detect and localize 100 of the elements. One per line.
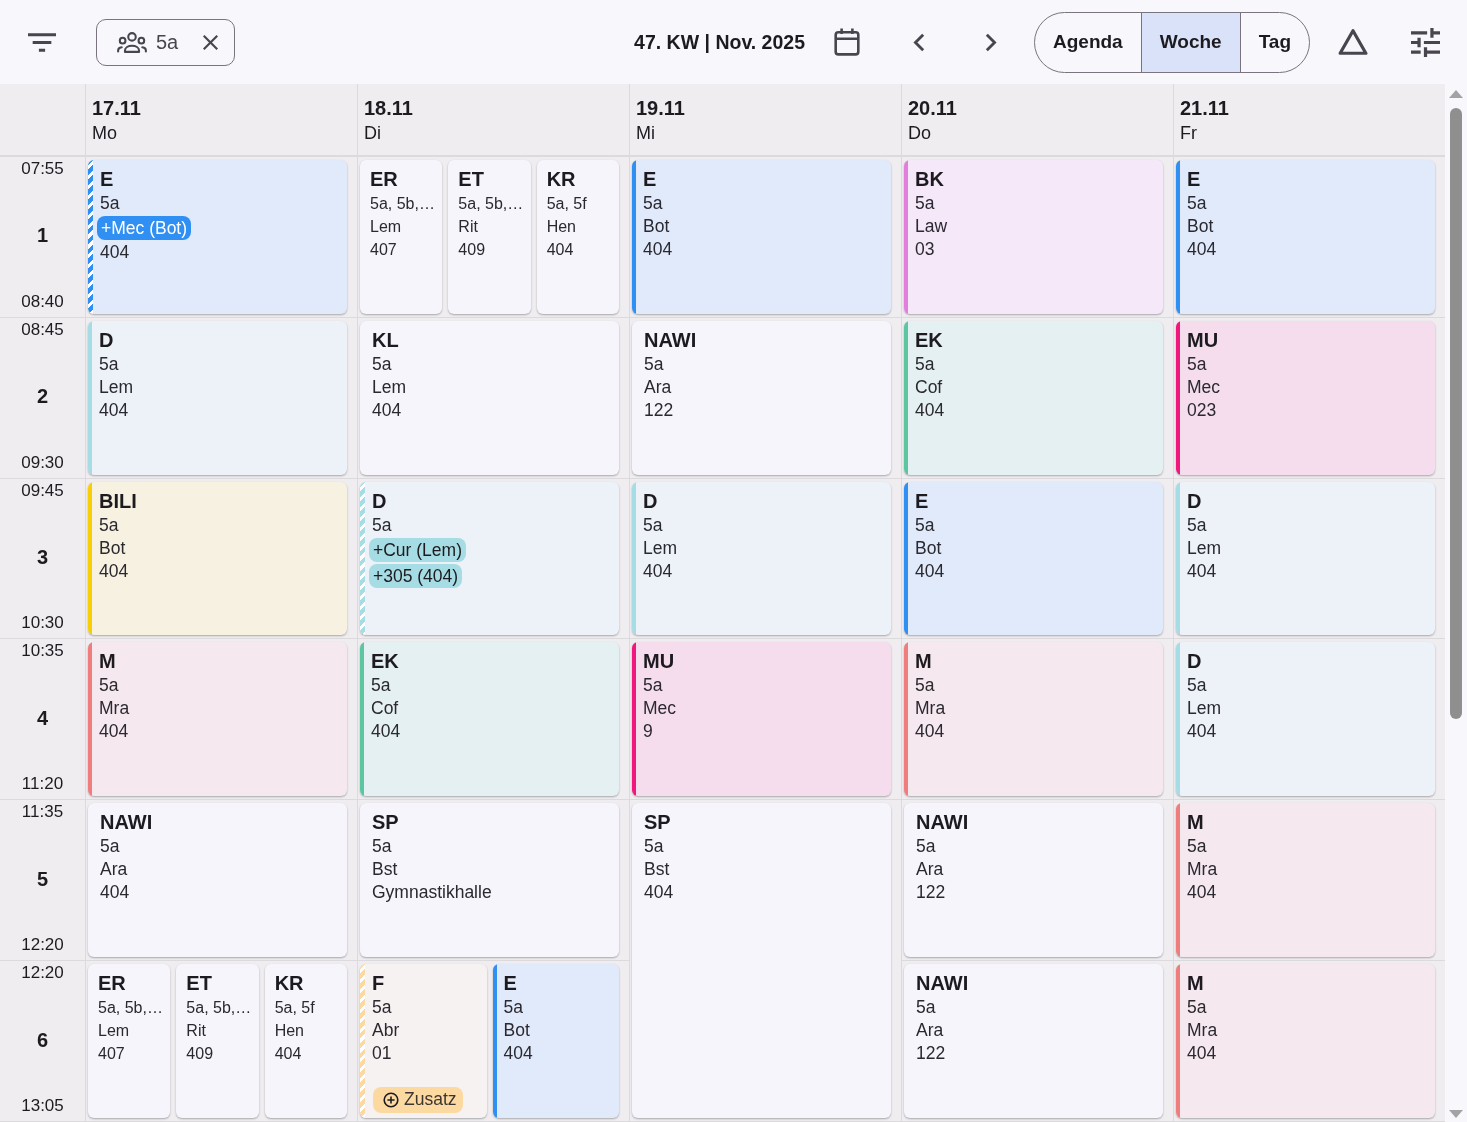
lesson-detail: 5a xyxy=(644,835,664,859)
lesson-subject: E xyxy=(503,971,517,997)
lesson-detail: Mra xyxy=(1187,1019,1218,1043)
lesson-card[interactable]: D 5a Lem 404 xyxy=(1176,642,1435,797)
lesson-subject: E xyxy=(100,167,114,192)
day-weekday: Mi xyxy=(636,122,655,145)
lesson-card[interactable]: NAWI 5a Ara 122 xyxy=(632,320,891,475)
lesson-card[interactable]: EK 5a Cof 404 xyxy=(360,642,619,797)
lesson-card[interactable]: KR 5a, 5f Hen 404 xyxy=(264,964,347,1118)
lesson-subject: M xyxy=(1187,810,1204,836)
lesson-card[interactable]: E 5a Bot 404 xyxy=(1176,160,1435,314)
lesson-detail: 5a xyxy=(1187,192,1207,215)
view-tab[interactable]: Tag xyxy=(1239,12,1309,72)
lesson-card[interactable]: NAWI 5a Ara 404 xyxy=(88,803,347,958)
lesson-detail: 5a xyxy=(372,996,392,1020)
lesson-card[interactable]: ET 5a, 5b,… Rit 409 xyxy=(448,160,531,314)
lesson-detail: Ara xyxy=(644,375,672,399)
day-weekday: Di xyxy=(364,122,381,145)
lesson-detail: Bst xyxy=(372,858,398,882)
lesson-card[interactable]: KL 5a Lem 404 xyxy=(360,320,619,475)
lesson-card[interactable]: ER 5a, 5b,… Lem 407 xyxy=(360,160,443,314)
lesson-detail: 03 xyxy=(915,238,935,261)
lesson-detail: 5a, 5f xyxy=(546,194,587,214)
close-icon xyxy=(202,34,218,50)
lesson-subject: D xyxy=(372,488,387,514)
period-end-time: 12:20 xyxy=(21,934,64,957)
lesson-card[interactable]: BK 5a Law 03 xyxy=(904,160,1163,314)
lesson-detail: 5a, 5b,… xyxy=(458,194,524,214)
lesson-card[interactable]: E 5a Bot 404 xyxy=(492,964,619,1118)
lesson-detail: Bot xyxy=(503,1019,530,1043)
lesson-card[interactable]: NAWI 5a Ara 122 xyxy=(904,803,1163,958)
lesson-card[interactable]: SP 5a Bst Gymnastikhalle xyxy=(360,803,619,958)
lesson-detail: Mra xyxy=(915,697,946,721)
lesson-card[interactable]: D 5a Lem 404 xyxy=(632,481,891,636)
lesson-detail: 5a xyxy=(643,513,663,537)
lesson-detail: 9 xyxy=(643,720,653,744)
day-weekday: Do xyxy=(908,122,931,145)
day-weekday: Mo xyxy=(92,122,117,145)
lesson-detail: Ara xyxy=(100,858,128,882)
chevron-left-icon xyxy=(913,32,925,52)
lesson-subject: M xyxy=(1187,971,1204,997)
period-start-time: 08:45 xyxy=(21,318,64,341)
lesson-subject: F xyxy=(372,971,385,997)
lesson-detail: 5a xyxy=(99,352,119,376)
scrollbar-thumb[interactable] xyxy=(1450,108,1462,720)
lesson-detail: 122 xyxy=(916,881,946,905)
lesson-detail: 5a xyxy=(372,513,392,537)
lesson-detail: 122 xyxy=(916,1042,946,1066)
lesson-detail: 5a xyxy=(100,835,120,859)
lesson-subject: MU xyxy=(1187,327,1219,353)
lesson-card[interactable]: M 5a Mra 404 xyxy=(904,642,1163,797)
lesson-detail: 5a xyxy=(915,352,935,376)
lesson-detail: Cof xyxy=(915,375,943,399)
lesson-card[interactable]: M 5a Mra 404 xyxy=(1176,803,1435,958)
lesson-detail: 404 xyxy=(503,1042,533,1066)
lesson-detail: Gymnastikhalle xyxy=(372,881,492,905)
lesson-detail: 5a xyxy=(1187,996,1207,1020)
lesson-detail: 404 xyxy=(644,881,674,905)
lesson-card[interactable]: E 5a +Mec (Bot) 404 xyxy=(88,160,347,314)
lesson-card[interactable]: F 5a Abr 01 Zusatz xyxy=(360,964,487,1118)
lesson-card[interactable]: BILI 5a Bot 404 xyxy=(88,481,347,636)
lesson-subject: D xyxy=(1187,649,1202,675)
lesson-card[interactable]: ER 5a, 5b,… Lem 407 xyxy=(88,964,171,1118)
lesson-detail: 5a, 5f xyxy=(274,998,315,1019)
lesson-card[interactable]: E 5a Bot 404 xyxy=(632,160,891,314)
lesson-card[interactable]: M 5a Mra 404 xyxy=(1176,964,1435,1118)
lesson-subject: NAWI xyxy=(644,327,697,353)
lesson-card[interactable]: EK 5a Cof 404 xyxy=(904,320,1163,475)
sliders-icon xyxy=(1410,27,1440,57)
lesson-card[interactable]: E 5a Bot 404 xyxy=(904,481,1163,636)
period-end-time: 11:20 xyxy=(21,773,64,796)
lesson-card[interactable]: MU 5a Mec 9 xyxy=(632,642,891,797)
lesson-detail: 01 xyxy=(372,1042,392,1066)
lesson-detail: 404 xyxy=(1187,238,1217,261)
period-end-time: 13:05 xyxy=(21,1094,64,1117)
lesson-subject: KR xyxy=(274,971,304,997)
lesson-card[interactable]: ET 5a, 5b,… Rit 409 xyxy=(176,964,259,1118)
lesson-card[interactable]: SP 5a Bst 404 xyxy=(632,803,891,1118)
lesson-detail: 404 xyxy=(915,559,945,583)
view-tab[interactable]: Agenda xyxy=(1035,12,1141,72)
lesson-detail: 5a xyxy=(643,674,663,698)
view-tab[interactable]: Woche xyxy=(1140,12,1240,72)
lesson-card[interactable]: D 5a +Cur (Lem) +305 (404) xyxy=(360,481,619,636)
lesson-detail: Law xyxy=(915,215,948,238)
lesson-card[interactable]: D 5a Lem 404 xyxy=(88,320,347,475)
lesson-detail: 5a, 5b,… xyxy=(370,194,435,214)
lesson-card[interactable]: KR 5a, 5f Hen 404 xyxy=(536,160,619,314)
lesson-card[interactable]: NAWI 5a Ara 122 xyxy=(904,964,1163,1118)
lesson-card[interactable]: MU 5a Mec 023 xyxy=(1176,320,1435,475)
lesson-card[interactable]: D 5a Lem 404 xyxy=(1176,481,1435,636)
lesson-card[interactable]: M 5a Mra 404 xyxy=(88,642,347,797)
lesson-detail: 404 xyxy=(371,720,401,744)
chevron-right-icon xyxy=(985,32,997,52)
lesson-subject: EK xyxy=(915,327,943,353)
lesson-detail: Lem xyxy=(643,536,678,560)
lesson-subject: D xyxy=(1187,488,1202,514)
lesson-detail: 5a xyxy=(371,674,391,698)
class-filter-chip[interactable]: 5a xyxy=(96,18,236,66)
lesson-subject: BK xyxy=(915,167,944,192)
period-start-time: 11:35 xyxy=(21,801,64,824)
